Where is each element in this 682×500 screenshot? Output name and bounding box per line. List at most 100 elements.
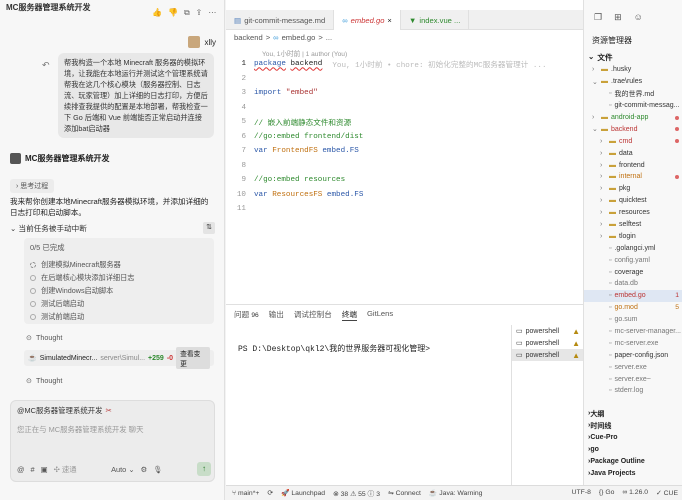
tree-node[interactable]: ▫ stderr.log bbox=[584, 385, 682, 397]
outline-section[interactable]: › Java Projects bbox=[584, 467, 682, 479]
tree-node[interactable]: › ▬ internal bbox=[584, 171, 682, 183]
tree-node[interactable]: ▫ server.exe bbox=[584, 361, 682, 373]
share-icon[interactable]: ⇪ bbox=[196, 8, 203, 18]
sync-icon[interactable]: ⟳ bbox=[267, 489, 273, 497]
thought-toggle[interactable]: ⊙ Thought bbox=[26, 376, 62, 385]
tab-gitlens[interactable]: GitLens bbox=[367, 309, 393, 321]
tree-node[interactable]: ▫ server.exe~ bbox=[584, 373, 682, 385]
terminal-item[interactable]: ▭ powershell ▲ bbox=[512, 325, 583, 337]
tree-node[interactable]: ⌄ ▬ backend bbox=[584, 123, 682, 135]
tree-node[interactable]: ▫ config.yaml bbox=[584, 254, 682, 266]
tree-node[interactable]: ▫ .golangci.yml bbox=[584, 242, 682, 254]
extensions-icon[interactable]: ⊞ bbox=[614, 12, 622, 23]
tree-node[interactable]: ▫ go.sum bbox=[584, 314, 682, 326]
tab-embed-go[interactable]: ∞ embed.go × bbox=[334, 10, 401, 30]
folder-icon: ▬ bbox=[609, 149, 616, 157]
tree-node[interactable]: ▫ git-commit-messag... bbox=[584, 100, 682, 112]
pin-icon[interactable]: ⇅ bbox=[203, 222, 215, 234]
code-line: 6//go:embed frontend/dist bbox=[241, 132, 364, 141]
list-item: 创建模拟Minecraft服务器 bbox=[30, 258, 208, 271]
tree-node[interactable]: › ▬ pkg bbox=[584, 183, 682, 195]
modified-dot-icon bbox=[675, 115, 679, 120]
tree-node[interactable]: › ▬ quicktest bbox=[584, 195, 682, 207]
tree-node[interactable]: ▫ paper-config.json bbox=[584, 349, 682, 361]
send-button[interactable]: ↑ bbox=[196, 462, 211, 476]
task-header[interactable]: ⌄ 当前任务被手动中断 ⇅ bbox=[10, 222, 215, 234]
tab-problems[interactable]: 问题 96 bbox=[234, 309, 259, 321]
tree-node[interactable]: › ▬ android-app bbox=[584, 112, 682, 124]
tree-node[interactable]: › ▬ cmd bbox=[584, 135, 682, 147]
tab-index-vue[interactable]: ▼ index.vue ... bbox=[401, 10, 470, 30]
at-icon[interactable]: @ bbox=[17, 465, 25, 474]
context-label: @MC服务器管理系统开发 bbox=[17, 406, 103, 415]
tree-node[interactable]: › ▬ resources bbox=[584, 207, 682, 219]
problems-indicator[interactable]: ⊗ 38 ⚠ 55 ⓘ 3 bbox=[333, 488, 380, 498]
language-indicator[interactable]: {} Go bbox=[599, 489, 615, 497]
tab-terminal[interactable]: 终端 bbox=[341, 309, 357, 321]
tree-node[interactable]: › ▬ data bbox=[584, 147, 682, 159]
warning-icon: ▲ bbox=[572, 338, 580, 348]
outline-section[interactable]: › 时间线 bbox=[584, 420, 682, 432]
outline-section[interactable]: › Package Outline bbox=[584, 456, 682, 468]
files-icon[interactable]: ❐ bbox=[594, 12, 602, 23]
tree-node[interactable]: › ▬ frontend bbox=[584, 159, 682, 171]
context-chip[interactable]: @MC服务器管理系统开发 ✂ bbox=[17, 405, 112, 416]
undo-icon[interactable]: ↶ bbox=[42, 60, 50, 71]
review-changes-button[interactable]: 查看变更 bbox=[176, 347, 210, 369]
mode-toggle[interactable]: ✣ 速通 bbox=[54, 464, 77, 475]
tab-debug-console[interactable]: 调试控制台 bbox=[294, 309, 332, 321]
model-select[interactable]: Auto ⌄ bbox=[111, 465, 134, 474]
close-icon[interactable]: × bbox=[387, 16, 391, 25]
thought-toggle[interactable]: ⊙ Thought bbox=[26, 333, 62, 342]
go-version-indicator[interactable]: ∞ 1.26.0 bbox=[622, 489, 648, 497]
thumbs-up-icon[interactable]: 👍 bbox=[152, 8, 162, 18]
terminal-item[interactable]: ▭ powershell ▲ bbox=[512, 349, 583, 361]
more-icon[interactable]: ⋯ bbox=[208, 8, 216, 18]
branch-indicator[interactable]: ⑂ main*+ bbox=[232, 490, 259, 497]
file-change-card[interactable]: ☕ SimulatedMinecr... server\Simul... +25… bbox=[24, 347, 214, 369]
terminal[interactable]: PS D:\Desktop\qkl2\我的世界服务器可视化管理> bbox=[226, 325, 510, 486]
outline-section[interactable]: › 大纲 bbox=[584, 408, 682, 420]
copy-icon[interactable]: ⧉ bbox=[184, 8, 190, 18]
chat-input-box[interactable]: @MC服务器管理系统开发 ✂ 您正在与 MC服务器管理系统开发 聊天 @ # ▣… bbox=[10, 400, 215, 482]
tree-node[interactable]: ▫ coverage bbox=[584, 266, 682, 278]
file-icon: ▫ bbox=[609, 339, 612, 347]
tree-node[interactable]: › ▬ tlogin bbox=[584, 230, 682, 242]
tab-git-commit-message[interactable]: ▤ git-commit-message.md bbox=[226, 10, 335, 30]
tree-node[interactable]: › ▬ .husky bbox=[584, 64, 682, 76]
code-area[interactable]: 1 package backend You, 1小时前 • chore: 初始化完整… bbox=[226, 57, 583, 217]
encoding-indicator[interactable]: UTF-8 bbox=[572, 489, 591, 497]
mic-icon[interactable]: 🎙 bbox=[153, 465, 162, 474]
tree-node[interactable]: ▫ mc-server-manager... bbox=[584, 326, 682, 338]
tree-node[interactable]: ⌄ ▬ .trae\rules bbox=[584, 76, 682, 88]
tree-node[interactable]: ▫ embed.go 1 bbox=[584, 289, 682, 302]
thumbs-down-icon[interactable]: 👎 bbox=[168, 8, 178, 18]
tree-node[interactable]: ▫ mc-server.exe bbox=[584, 337, 682, 349]
account-icon[interactable]: ☺ bbox=[634, 12, 643, 23]
breadcrumb-item[interactable]: backend bbox=[234, 33, 263, 42]
tab-output[interactable]: 输出 bbox=[269, 309, 284, 321]
folder-icon: ▬ bbox=[609, 173, 616, 181]
terminal-item[interactable]: ▭ powershell ▲ bbox=[512, 337, 583, 349]
java-status[interactable]: ☕ Java: Warning bbox=[429, 489, 483, 497]
settings-icon[interactable]: ⚙ bbox=[141, 465, 148, 474]
outline-section[interactable]: › Cue-Pro bbox=[584, 432, 682, 444]
breadcrumb-item[interactable]: ... bbox=[326, 33, 332, 42]
folder-icon: ▬ bbox=[609, 161, 616, 169]
tree-node[interactable]: ▫ data.db bbox=[584, 278, 682, 290]
image-icon[interactable]: ▣ bbox=[41, 465, 48, 474]
cue-indicator[interactable]: ✓ CUE bbox=[656, 489, 678, 497]
explorer-section[interactable]: ⌄ 文件 bbox=[588, 52, 613, 63]
thinking-toggle[interactable]: › 思考过程 bbox=[10, 179, 55, 193]
hash-icon[interactable]: # bbox=[31, 465, 35, 474]
chat-input[interactable]: 您正在与 MC服务器管理系统开发 聊天 bbox=[17, 424, 143, 435]
tree-node[interactable]: ▫ 我的世界.md bbox=[584, 88, 682, 100]
breadcrumb-item[interactable]: embed.go bbox=[282, 33, 316, 42]
lightbulb-icon: ⊙ bbox=[26, 333, 33, 342]
agent-message: 我来帮你创建本地Minecraft服务器模拟环境，并添加详细的日志打印和启动脚本… bbox=[10, 197, 209, 217]
connect-button[interactable]: ⇋ Connect bbox=[388, 489, 421, 497]
tree-node[interactable]: ▫ go.mod 5 bbox=[584, 302, 682, 314]
tree-node[interactable]: › ▬ selftest bbox=[584, 219, 682, 231]
launchpad-button[interactable]: 🚀 Launchpad bbox=[281, 489, 325, 497]
outline-section[interactable]: › go bbox=[584, 444, 682, 456]
